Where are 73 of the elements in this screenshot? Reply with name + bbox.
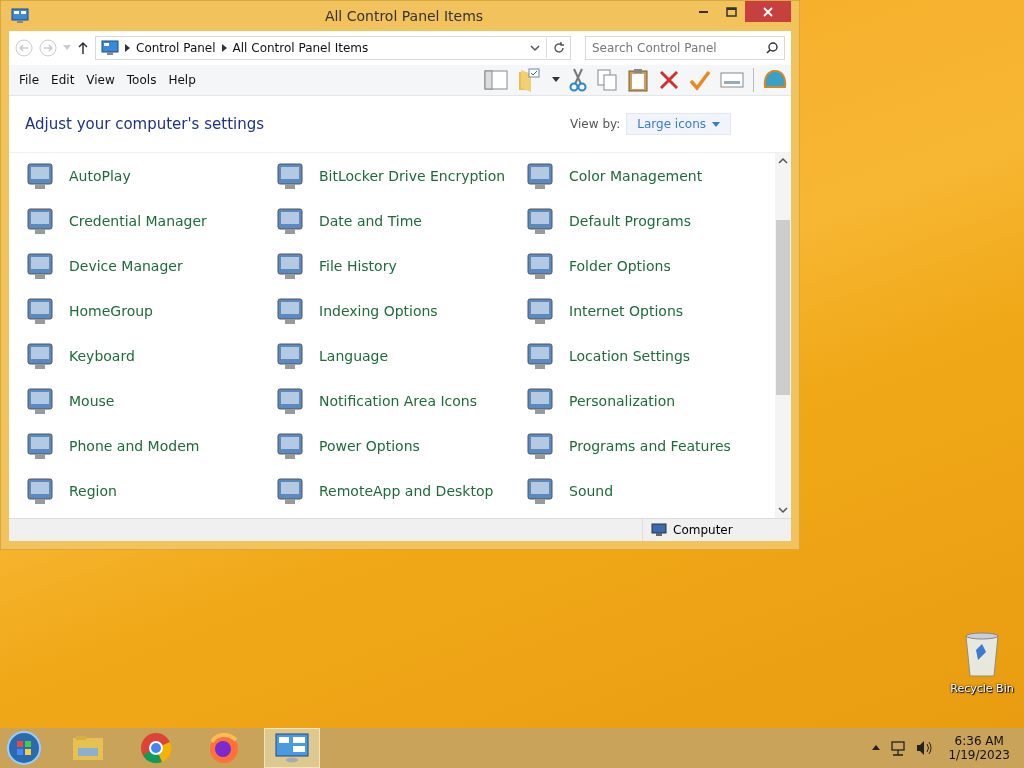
applet-link[interactable]: Internet Options — [569, 302, 684, 319]
applet-link[interactable]: HomeGroup — [69, 302, 153, 319]
applet-link[interactable]: BitLocker Drive Encryption — [319, 167, 506, 184]
delete-icon[interactable] — [658, 69, 680, 91]
clipboard-icon[interactable] — [627, 68, 649, 92]
applet-link[interactable]: Indexing Options — [319, 302, 438, 319]
location-label: Computer — [673, 523, 733, 537]
taskbar-app-button[interactable] — [264, 728, 320, 768]
show-hidden-icons[interactable] — [872, 745, 881, 751]
control-panel-icon — [101, 40, 119, 56]
menu-item[interactable]: View — [80, 73, 121, 87]
address-bar[interactable]: Control Panel All Control Panel Items — [95, 36, 571, 60]
chrome-icon — [140, 732, 172, 764]
search-field[interactable]: Search Control Panel — [585, 36, 785, 60]
search-icon — [766, 42, 778, 54]
applet-link[interactable]: Region — [69, 482, 117, 499]
applet-link[interactable]: Notification Area Icons — [319, 392, 477, 409]
breadcrumb-link[interactable]: Control Panel — [136, 41, 216, 55]
close-button[interactable] — [745, 1, 791, 22]
menu-item[interactable]: File — [13, 73, 46, 87]
applet-link[interactable]: Keyboard — [69, 347, 135, 364]
applet-link[interactable]: Credential Manager — [69, 212, 207, 229]
applet-link[interactable]: Folder Options — [569, 257, 671, 274]
computer-icon — [651, 523, 667, 537]
start-button[interactable] — [6, 730, 42, 766]
folder-icon — [72, 734, 104, 762]
view-by-label: View by: — [570, 117, 621, 131]
applet-link[interactable]: Device Manager — [69, 257, 183, 274]
chevron-up-icon[interactable] — [778, 157, 788, 165]
clock-date[interactable]: 1/19/2023 — [948, 748, 1010, 762]
applet-link[interactable]: RemoteApp and Desktop — [319, 482, 494, 499]
caret-icon — [63, 45, 71, 51]
applet-link[interactable]: Sound — [569, 482, 614, 499]
speaker-icon[interactable] — [916, 740, 933, 756]
window-title: All Control Panel Items — [323, 8, 485, 24]
chevron-icon — [125, 44, 130, 52]
applet-link[interactable]: Date and Time — [319, 212, 422, 229]
page-heading: Adjust your computer's settings — [25, 115, 265, 133]
chevron-icon — [221, 44, 227, 52]
scrollbar[interactable] — [775, 153, 791, 518]
applet-link[interactable]: Default Programs — [569, 212, 691, 229]
caret-icon — [712, 121, 720, 127]
network-icon[interactable] — [890, 740, 907, 756]
applet-link[interactable]: Phone and Modem — [69, 437, 200, 454]
applet-link[interactable]: Color Management — [569, 167, 703, 184]
clock-time[interactable]: 6:36 AM — [954, 734, 1004, 748]
close-icon — [763, 6, 773, 17]
applet-link[interactable]: Power Options — [319, 437, 420, 454]
applet-link[interactable]: Personalization — [569, 392, 676, 409]
refresh-icon[interactable] — [553, 42, 565, 54]
firefox-icon — [208, 732, 240, 764]
applet-link[interactable]: AutoPlay — [69, 167, 131, 184]
applet-link[interactable]: Location Settings — [569, 347, 691, 364]
applet-link[interactable]: Programs and Features — [569, 437, 731, 454]
maximize-icon — [725, 6, 737, 17]
applet-link[interactable]: File History — [319, 257, 397, 274]
dropdown-icon — [530, 44, 540, 52]
menu-item[interactable]: Edit — [45, 73, 81, 87]
minimize-icon — [698, 10, 708, 13]
control-panel-icon — [275, 733, 309, 763]
applet-link[interactable]: Mouse — [69, 392, 115, 409]
scissors-icon[interactable] — [569, 68, 587, 92]
breadcrumb-link[interactable]: All Control Panel Items — [232, 41, 369, 55]
chevron-down-icon[interactable] — [778, 506, 788, 514]
applet-link[interactable]: Language — [319, 347, 389, 364]
up-button[interactable] — [77, 41, 89, 55]
recycle-bin-icon[interactable] — [964, 632, 1000, 678]
menu-item[interactable]: Tools — [120, 73, 163, 87]
checkmark-icon[interactable] — [689, 69, 711, 91]
menu-item[interactable]: Help — [162, 73, 202, 87]
view-by-dropdown[interactable]: Large icons — [626, 113, 731, 135]
control-panel-icon — [11, 8, 29, 24]
caret-icon[interactable] — [552, 77, 560, 83]
